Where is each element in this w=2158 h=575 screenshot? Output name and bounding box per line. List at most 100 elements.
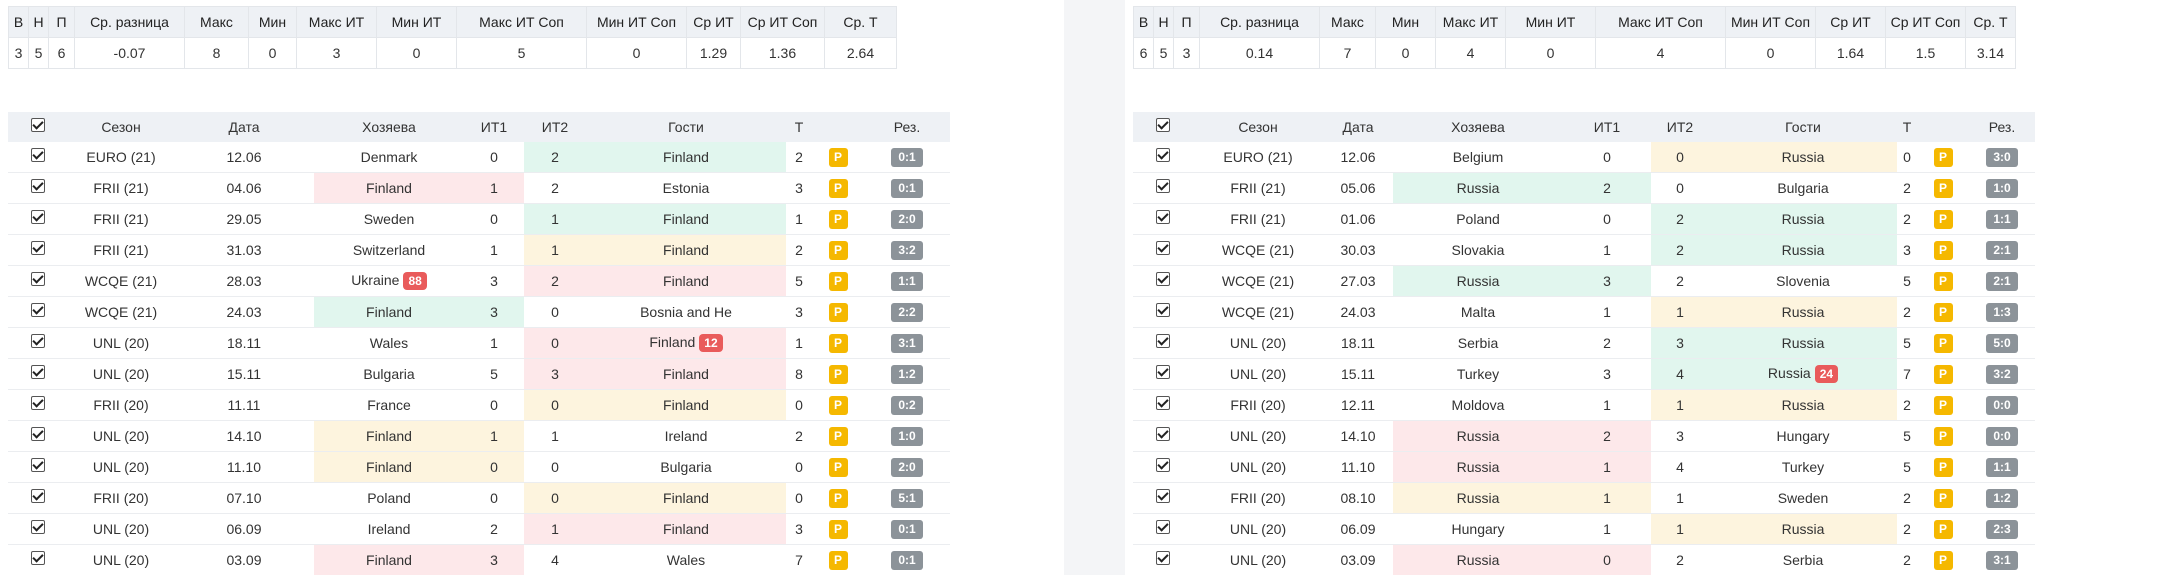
- row-checkbox[interactable]: [31, 148, 45, 163]
- row-checkbox-cell[interactable]: [8, 451, 68, 483]
- p-badge[interactable]: P: [828, 147, 848, 167]
- away-team-name[interactable]: Slovenia: [1776, 273, 1830, 289]
- match-row[interactable]: UNL (20) 11.10 Russia 1 4 Turkey 5 P 1:1: [1133, 451, 2035, 483]
- away-team-name[interactable]: Ireland: [665, 428, 708, 444]
- result-badge[interactable]: 0:1: [891, 178, 923, 198]
- home-team-cell[interactable]: Russia: [1393, 265, 1563, 297]
- match-row[interactable]: FRII (20) 07.10 Poland 0 0 Finland 0 P 5:1: [8, 482, 950, 514]
- row-checkbox[interactable]: [1156, 551, 1170, 566]
- p-badge[interactable]: P: [1933, 519, 1953, 539]
- p-badge[interactable]: P: [1933, 147, 1953, 167]
- row-checkbox-cell[interactable]: [8, 265, 68, 297]
- home-team-name[interactable]: Serbia: [1458, 335, 1498, 351]
- row-checkbox[interactable]: [1156, 241, 1170, 256]
- match-row[interactable]: UNL (20) 03.09 Russia 0 2 Serbia 2 P 3:1: [1133, 544, 2035, 575]
- away-team-cell[interactable]: Finland 12: [586, 327, 786, 359]
- row-checkbox-cell[interactable]: [1133, 296, 1193, 328]
- column-header-it1[interactable]: ИТ1: [1563, 112, 1651, 142]
- column-header-away[interactable]: Гости: [586, 112, 786, 142]
- column-header-total[interactable]: Т: [1897, 112, 1917, 142]
- home-team-name[interactable]: Ukraine: [351, 272, 399, 288]
- away-team-name[interactable]: Russia: [1782, 242, 1825, 258]
- away-team-name[interactable]: Wales: [667, 552, 705, 568]
- row-checkbox-cell[interactable]: [1133, 544, 1193, 575]
- away-team-name[interactable]: Estonia: [663, 180, 710, 196]
- away-team-name[interactable]: Hungary: [1777, 428, 1830, 444]
- home-team-cell[interactable]: Russia: [1393, 482, 1563, 514]
- home-team-cell[interactable]: Moldova: [1393, 389, 1563, 421]
- p-badge[interactable]: P: [828, 426, 848, 446]
- match-row[interactable]: UNL (20) 18.11 Serbia 2 3 Russia 5 P 5:0: [1133, 327, 2035, 359]
- row-checkbox-cell[interactable]: [1133, 482, 1193, 514]
- match-row[interactable]: WCQE (21) 27.03 Russia 3 2 Slovenia 5 P 2:1: [1133, 265, 2035, 297]
- row-checkbox[interactable]: [31, 241, 45, 256]
- home-team-cell[interactable]: Ireland: [314, 513, 464, 545]
- row-checkbox-cell[interactable]: [1133, 234, 1193, 266]
- home-team-name[interactable]: Russia: [1457, 490, 1500, 506]
- away-team-cell[interactable]: Russia: [1709, 203, 1897, 235]
- match-row[interactable]: UNL (20) 03.09 Finland 3 4 Wales 7 P 0:1: [8, 544, 950, 575]
- away-team-cell[interactable]: Russia 24: [1709, 358, 1897, 390]
- result-badge[interactable]: 2:0: [891, 209, 923, 229]
- away-team-name[interactable]: Russia: [1782, 149, 1825, 165]
- row-checkbox[interactable]: [1156, 427, 1170, 442]
- home-team-cell[interactable]: Hungary: [1393, 513, 1563, 545]
- row-checkbox-cell[interactable]: [1133, 327, 1193, 359]
- away-team-cell[interactable]: Russia: [1709, 513, 1897, 545]
- result-badge[interactable]: 1:3: [1986, 302, 2018, 322]
- result-badge[interactable]: 0:1: [891, 550, 923, 570]
- row-checkbox-cell[interactable]: [8, 296, 68, 328]
- row-checkbox[interactable]: [31, 520, 45, 535]
- column-header-home[interactable]: Хозяева: [1393, 112, 1563, 142]
- column-header-result[interactable]: Рез.: [864, 112, 950, 142]
- result-badge[interactable]: 3:2: [891, 240, 923, 260]
- match-row[interactable]: FRII (21) 04.06 Finland 1 2 Estonia 3 P 0:1: [8, 172, 950, 204]
- row-checkbox-cell[interactable]: [8, 234, 68, 266]
- match-row[interactable]: FRII (20) 08.10 Russia 1 1 Sweden 2 P 1:2: [1133, 482, 2035, 514]
- match-row[interactable]: WCQE (21) 30.03 Slovakia 1 2 Russia 3 P 2:1: [1133, 234, 2035, 266]
- row-checkbox-cell[interactable]: [1133, 358, 1193, 390]
- home-team-cell[interactable]: Turkey: [1393, 358, 1563, 390]
- home-team-name[interactable]: Russia: [1457, 459, 1500, 475]
- match-row[interactable]: EURO (21) 12.06 Denmark 0 2 Finland 2 P 0:1: [8, 142, 950, 173]
- result-badge[interactable]: 5:1: [891, 488, 923, 508]
- home-team-cell[interactable]: Finland: [314, 296, 464, 328]
- result-badge[interactable]: 0:0: [1986, 426, 2018, 446]
- column-header-result[interactable]: Рез.: [1969, 112, 2035, 142]
- home-team-name[interactable]: Poland: [1456, 211, 1500, 227]
- away-team-cell[interactable]: Finland: [586, 203, 786, 235]
- home-team-name[interactable]: Turkey: [1457, 366, 1499, 382]
- away-team-name[interactable]: Sweden: [1778, 490, 1829, 506]
- away-team-name[interactable]: Finland: [649, 334, 695, 350]
- home-team-cell[interactable]: Slovakia: [1393, 234, 1563, 266]
- away-team-cell[interactable]: Finland: [586, 234, 786, 266]
- home-team-name[interactable]: Finland: [366, 304, 412, 320]
- row-checkbox[interactable]: [1156, 334, 1170, 349]
- row-checkbox[interactable]: [1156, 272, 1170, 287]
- select-all-cell[interactable]: [1133, 112, 1193, 142]
- home-team-cell[interactable]: Serbia: [1393, 327, 1563, 359]
- home-team-cell[interactable]: Malta: [1393, 296, 1563, 328]
- away-team-name[interactable]: Russia: [1782, 304, 1825, 320]
- home-team-name[interactable]: Finland: [366, 552, 412, 568]
- away-team-cell[interactable]: Russia: [1709, 296, 1897, 328]
- result-badge[interactable]: 3:2: [1986, 364, 2018, 384]
- home-team-cell[interactable]: Finland: [314, 544, 464, 575]
- match-row[interactable]: EURO (21) 12.06 Belgium 0 0 Russia 0 P 3:0: [1133, 142, 2035, 173]
- result-badge[interactable]: 2:2: [891, 302, 923, 322]
- result-badge[interactable]: 0:0: [1986, 395, 2018, 415]
- result-badge[interactable]: 1:1: [1986, 209, 2018, 229]
- column-header-total[interactable]: Т: [786, 112, 812, 142]
- result-badge[interactable]: 1:1: [1986, 457, 2018, 477]
- home-team-name[interactable]: Malta: [1461, 304, 1495, 320]
- p-badge[interactable]: P: [828, 302, 848, 322]
- match-row[interactable]: UNL (20) 06.09 Hungary 1 1 Russia 2 P 2:3: [1133, 513, 2035, 545]
- away-team-name[interactable]: Bulgaria: [660, 459, 711, 475]
- home-team-cell[interactable]: Russia: [1393, 451, 1563, 483]
- select-all-checkbox[interactable]: [1156, 118, 1170, 133]
- away-team-cell[interactable]: Serbia: [1709, 544, 1897, 575]
- away-team-cell[interactable]: Bulgaria: [1709, 172, 1897, 204]
- p-badge[interactable]: P: [828, 240, 848, 260]
- home-team-name[interactable]: France: [367, 397, 411, 413]
- p-badge[interactable]: P: [1933, 364, 1953, 384]
